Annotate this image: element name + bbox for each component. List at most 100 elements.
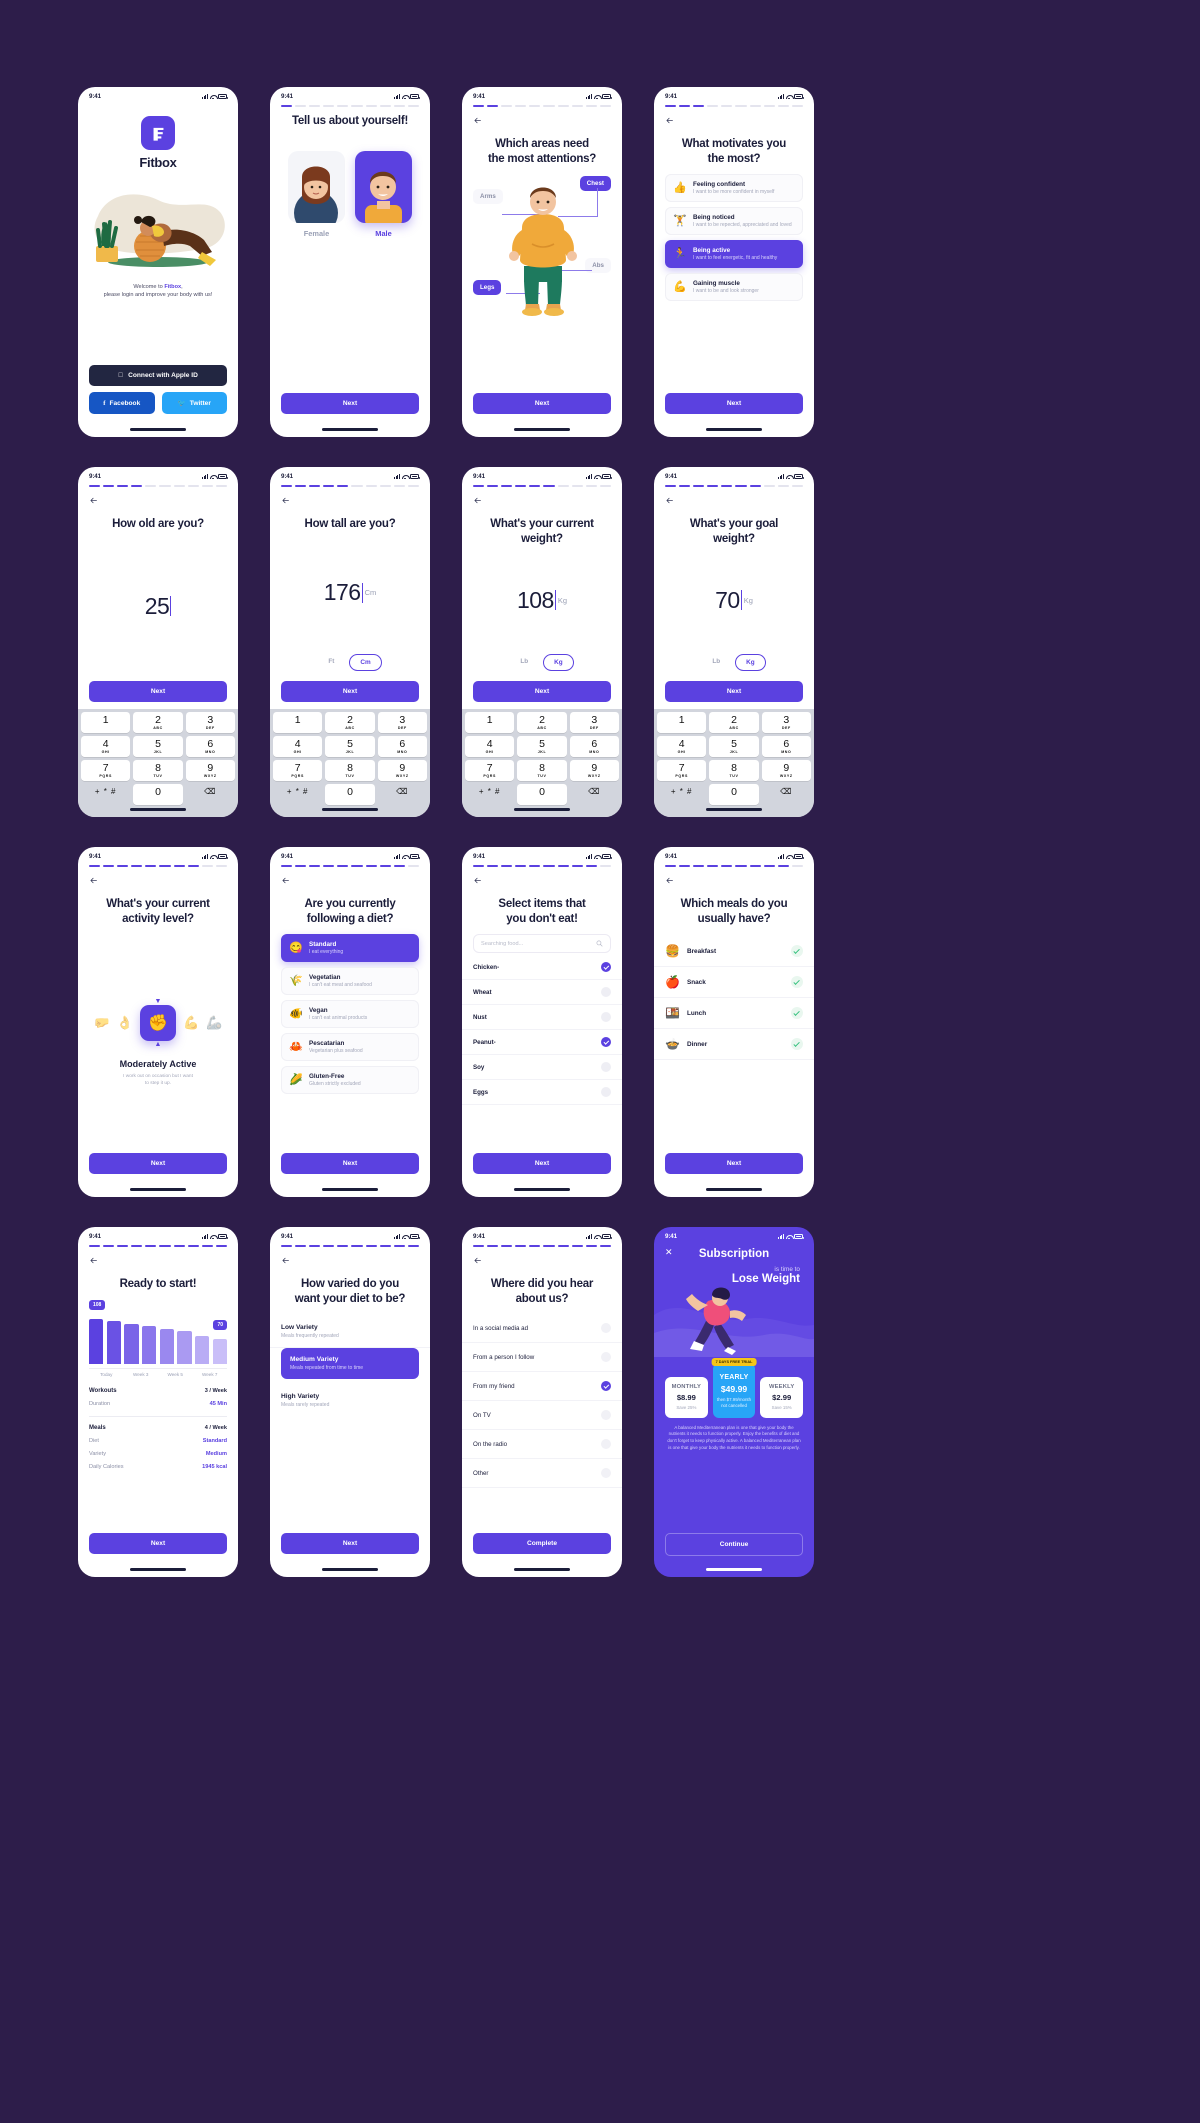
gender-option-male[interactable] [355, 150, 412, 223]
diet-option-vegan[interactable]: 🐠 Vegan I can't eat animal products [281, 1000, 419, 1029]
key-6[interactable]: 6 MNO [569, 736, 619, 758]
key-5[interactable]: 5 JKL [325, 736, 375, 758]
diet-option-pescatarian[interactable]: 🦀 Pescatarian Vegetarian plus seafood [281, 1033, 419, 1062]
checkmark-icon[interactable] [791, 976, 803, 989]
key-4[interactable]: 4 GHI [273, 736, 323, 758]
diet-option-gluten-free[interactable]: 🌽 Gluten-Free Gluten strictly excluded [281, 1066, 419, 1095]
referral-option-other[interactable]: Other [462, 1459, 622, 1489]
variety-option-medium[interactable]: Medium Variety Meals repeated from time … [281, 1348, 419, 1380]
back-button[interactable] [78, 487, 238, 510]
key-6[interactable]: 6 MNO [185, 736, 235, 758]
key-1[interactable]: 1 [657, 712, 707, 734]
connect-apple-id-button[interactable]:  Connect with Apple ID [89, 365, 227, 387]
next-button[interactable]: Next [281, 1533, 419, 1555]
close-icon[interactable]: ✕ [665, 1248, 673, 1257]
key-2[interactable]: 2 ABC [133, 712, 183, 734]
checkbox-unchecked[interactable] [601, 987, 611, 998]
variety-option-high[interactable]: High Variety Meals rarely repeated [270, 1385, 430, 1416]
food-item-chicken[interactable]: Chicken- [462, 955, 622, 981]
key-4[interactable]: 4 GHI [465, 736, 515, 758]
key-5[interactable]: 5 JKL [517, 736, 567, 758]
key-5[interactable]: 5 JKL [133, 736, 183, 758]
height-input[interactable]: 176 Cm [270, 532, 430, 655]
meal-item-dinner[interactable]: 🍲 Dinner [654, 1029, 814, 1061]
back-button[interactable] [654, 487, 814, 510]
key-9[interactable]: 9 WXYZ [761, 760, 811, 782]
key-9[interactable]: 9 WXYZ [185, 760, 235, 782]
referral-option-person-i-follow[interactable]: From a person I follow [462, 1343, 622, 1373]
next-button[interactable]: Next [281, 681, 419, 703]
checkbox-unchecked[interactable] [601, 1087, 611, 1098]
unit-toggle-lb[interactable]: Lb [510, 654, 538, 671]
food-item-eggs[interactable]: Eggs [462, 1080, 622, 1106]
key-symbols[interactable]: + * # [273, 784, 322, 805]
key-7[interactable]: 7 PQRS [465, 760, 515, 782]
variety-option-low[interactable]: Low Variety Meals frequently repeated [270, 1316, 430, 1349]
referral-option-social-media[interactable]: In a social media ad [462, 1314, 622, 1344]
key-8[interactable]: 8 TUV [517, 760, 567, 782]
continue-button[interactable]: Continue [665, 1533, 803, 1557]
next-button[interactable]: Next [89, 1153, 227, 1175]
radio-unselected[interactable] [601, 1323, 611, 1334]
back-button[interactable] [462, 867, 622, 890]
key-3[interactable]: 3 DEF [185, 712, 235, 734]
motivation-option-feeling-confident[interactable]: 👍 Feeling confident I want to be more co… [665, 174, 803, 203]
activity-emoji-1[interactable]: 👌 [117, 1015, 133, 1031]
key-3[interactable]: 3 DEF [761, 712, 811, 734]
key-7[interactable]: 7 PQRS [81, 760, 131, 782]
next-button[interactable]: Next [665, 1153, 803, 1175]
unit-toggle-kg[interactable]: Kg [543, 654, 574, 672]
key-3[interactable]: 3 DEF [569, 712, 619, 734]
unit-toggle-kg[interactable]: Kg [735, 654, 766, 672]
key-backspace[interactable]: ⌫ [762, 784, 811, 805]
plan-monthly[interactable]: MONTHLY $8.99 Save 25% [665, 1376, 708, 1418]
key-6[interactable]: 6 MNO [377, 736, 427, 758]
back-button[interactable] [654, 867, 814, 890]
key-2[interactable]: 2 ABC [517, 712, 567, 734]
back-button[interactable] [270, 1247, 430, 1270]
motivation-option-being-active[interactable]: 🏃 Being active I want to feel energetic,… [665, 240, 803, 269]
unit-toggle-cm[interactable]: Cm [349, 654, 382, 672]
activity-emoji-4[interactable]: 🦾 [206, 1015, 222, 1031]
back-button[interactable] [78, 867, 238, 890]
key-8[interactable]: 8 TUV [133, 760, 183, 782]
key-8[interactable]: 8 TUV [709, 760, 759, 782]
food-item-soy[interactable]: Soy [462, 1055, 622, 1081]
key-7[interactable]: 7 PQRS [273, 760, 323, 782]
facebook-button[interactable]: f Facebook [89, 392, 155, 415]
meal-item-breakfast[interactable]: 🍔 Breakfast [654, 936, 814, 968]
key-3[interactable]: 3 DEF [377, 712, 427, 734]
complete-button[interactable]: Complete [473, 1533, 611, 1555]
key-6[interactable]: 6 MNO [761, 736, 811, 758]
checkmark-icon[interactable] [791, 1007, 803, 1020]
age-input[interactable]: 25 [78, 532, 238, 682]
motivation-option-gaining-muscle[interactable]: 💪 Gaining muscle I want to be and look s… [665, 273, 803, 302]
next-button[interactable]: Next [665, 393, 803, 415]
key-9[interactable]: 9 WXYZ [377, 760, 427, 782]
key-0[interactable]: 0 [709, 784, 759, 806]
key-0[interactable]: 0 [133, 784, 183, 806]
next-button[interactable]: Next [665, 681, 803, 703]
next-button[interactable]: Next [89, 681, 227, 703]
next-button[interactable]: Next [473, 393, 611, 415]
food-item-nust[interactable]: Nust [462, 1005, 622, 1031]
food-item-wheat[interactable]: Wheat [462, 980, 622, 1006]
radio-unselected[interactable] [601, 1410, 611, 1421]
key-symbols[interactable]: + * # [465, 784, 514, 805]
key-4[interactable]: 4 GHI [81, 736, 131, 758]
unit-toggle-lb[interactable]: Lb [702, 654, 730, 671]
key-1[interactable]: 1 [81, 712, 131, 734]
key-5[interactable]: 5 JKL [709, 736, 759, 758]
key-4[interactable]: 4 GHI [657, 736, 707, 758]
radio-selected[interactable] [601, 1381, 611, 1392]
back-button[interactable] [270, 867, 430, 890]
key-2[interactable]: 2 ABC [709, 712, 759, 734]
gender-option-female[interactable] [288, 150, 345, 223]
twitter-button[interactable]: 🐦 Twitter [161, 392, 227, 415]
motivation-option-being-noticed[interactable]: 🏋️ Being noticed I want to be repected, … [665, 207, 803, 236]
next-button[interactable]: Next [281, 393, 419, 415]
checkbox-unchecked[interactable] [601, 1012, 611, 1023]
key-1[interactable]: 1 [465, 712, 515, 734]
referral-option-tv[interactable]: On TV [462, 1401, 622, 1431]
key-0[interactable]: 0 [517, 784, 567, 806]
